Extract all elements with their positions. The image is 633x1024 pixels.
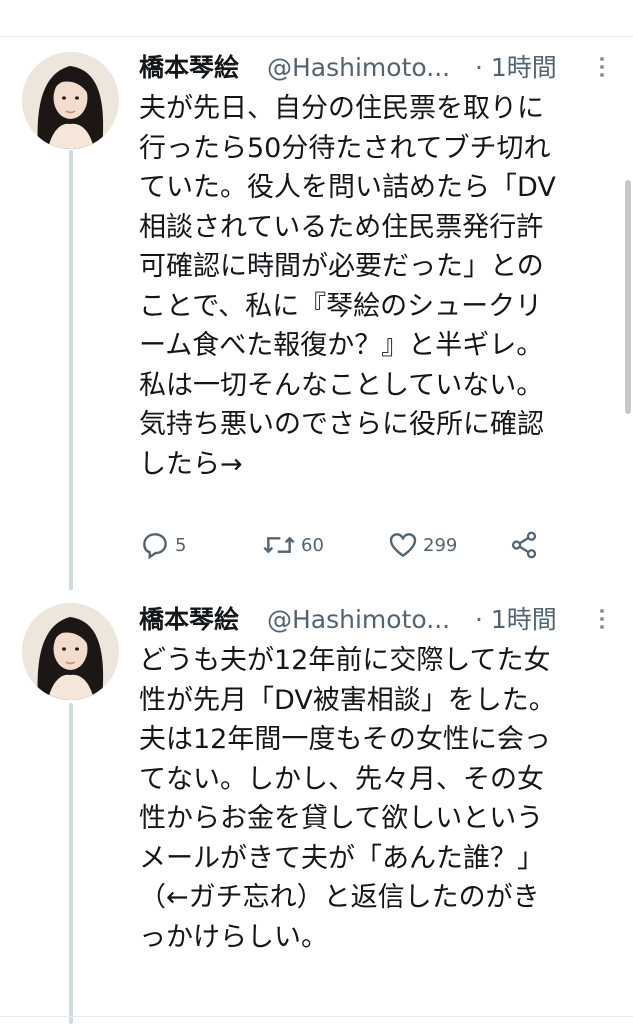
- tweet-timestamp[interactable]: · 1時間: [475, 600, 557, 640]
- reply-button[interactable]: 5: [139, 528, 186, 562]
- vertical-dots-icon[interactable]: [595, 54, 609, 82]
- tweet-actions: 5 60 299: [139, 528, 559, 562]
- share-nodes-icon: [511, 531, 537, 559]
- retweet-count: 60: [301, 534, 324, 556]
- avatar[interactable]: [22, 603, 119, 700]
- tweet-header: 橋本琴絵 @Hashimoto... · 1時間: [139, 600, 609, 640]
- author-name[interactable]: 橋本琴絵: [139, 600, 239, 640]
- tweet-timestamp[interactable]: · 1時間: [475, 48, 557, 88]
- heart-icon: [389, 533, 417, 558]
- author-handle[interactable]: @Hashimoto...: [267, 600, 450, 640]
- reply-count: 5: [175, 534, 187, 556]
- like-count: 299: [423, 534, 458, 556]
- author-handle[interactable]: @Hashimoto...: [267, 48, 450, 88]
- retweet-arrows-icon: [263, 536, 295, 554]
- retweet-button[interactable]: 60: [261, 528, 324, 562]
- avatar[interactable]: [22, 52, 119, 149]
- tweet-header: 橋本琴絵 @Hashimoto... · 1時間: [139, 48, 609, 88]
- vertical-dots-icon[interactable]: [595, 606, 609, 634]
- tweet-text: どうも夫が12年前に交際してた女 性が先月「DV被害相談」をした。 夫は12年間…: [139, 645, 556, 953]
- top-divider: [0, 36, 633, 37]
- tweet-text: 夫が先日、自分の住民票を取りに 行ったら50分待たされてブチ切れ ていた。役人を…: [139, 93, 556, 480]
- reply-bubble-icon: [143, 533, 167, 560]
- author-name[interactable]: 橋本琴絵: [139, 48, 239, 88]
- share-button[interactable]: [509, 528, 543, 562]
- scrollbar[interactable]: [625, 180, 631, 414]
- thread-connector-line: [69, 703, 73, 1024]
- bottom-divider: [0, 1016, 633, 1017]
- like-button[interactable]: 299: [387, 528, 457, 562]
- thread-connector-line: [69, 150, 73, 590]
